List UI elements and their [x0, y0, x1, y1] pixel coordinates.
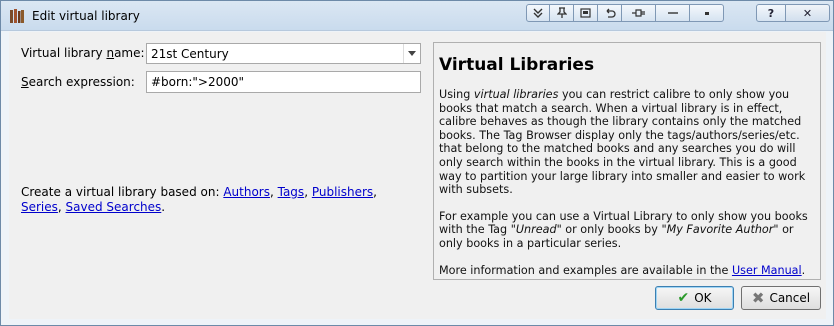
library-name-value: 21st Century: [151, 47, 229, 61]
library-name-label: Virtual library name:: [21, 46, 145, 60]
help-paragraph-3: More information and examples are availa…: [439, 263, 806, 277]
tags-link[interactable]: Tags: [278, 185, 305, 199]
cancel-x-icon: ✖: [751, 289, 765, 307]
cancel-button[interactable]: ✖ Cancel: [741, 286, 821, 310]
plug-icon[interactable]: [622, 4, 656, 22]
undo-icon[interactable]: [598, 4, 622, 22]
help-title: Virtual Libraries: [439, 55, 595, 75]
pin-icon[interactable]: [550, 4, 574, 22]
window-controls: ? ✕: [756, 4, 830, 22]
ok-label: OK: [694, 291, 712, 305]
search-expression-label: Search expression:: [21, 75, 135, 89]
minimize-icon[interactable]: [690, 4, 724, 22]
cancel-label: Cancel: [769, 291, 811, 305]
library-name-combobox[interactable]: 21st Century: [146, 43, 421, 64]
double-chevron-down-icon[interactable]: [526, 4, 550, 22]
minus-icon[interactable]: [656, 4, 690, 22]
create-prefix: Create a virtual library based on:: [21, 185, 224, 199]
title-toolbar: [526, 4, 724, 23]
user-manual-link[interactable]: User Manual: [732, 264, 802, 277]
saved-searches-link[interactable]: Saved Searches: [66, 200, 162, 214]
checkmark-icon: ✔: [677, 290, 690, 306]
restore-icon[interactable]: [574, 4, 598, 22]
chevron-down-icon[interactable]: [403, 44, 420, 63]
dialog-window: Edit virtual library ? ✕ Virtual library…: [0, 0, 834, 326]
help-button[interactable]: ?: [756, 4, 786, 22]
window-title: Edit virtual library: [32, 9, 140, 23]
ok-button[interactable]: ✔ OK: [655, 286, 734, 310]
close-button[interactable]: ✕: [786, 4, 830, 22]
series-link[interactable]: Series: [21, 200, 58, 214]
dialog-body: Virtual library name: 21st Century Searc…: [9, 32, 826, 319]
create-from-text: Create a virtual library based on: Autho…: [21, 185, 377, 214]
search-expression-input[interactable]: [146, 71, 421, 93]
library-app-icon: [10, 9, 24, 23]
help-paragraph-2: For example you can use a Virtual Librar…: [439, 209, 808, 250]
help-paragraph-1: Using virtual libraries you can restrict…: [439, 88, 806, 197]
help-panel: Virtual Libraries Using virtual librarie…: [433, 42, 821, 280]
publishers-link[interactable]: Publishers: [312, 185, 373, 199]
authors-link[interactable]: Authors: [223, 185, 270, 199]
title-bar[interactable]: Edit virtual library ? ✕: [1, 1, 833, 31]
